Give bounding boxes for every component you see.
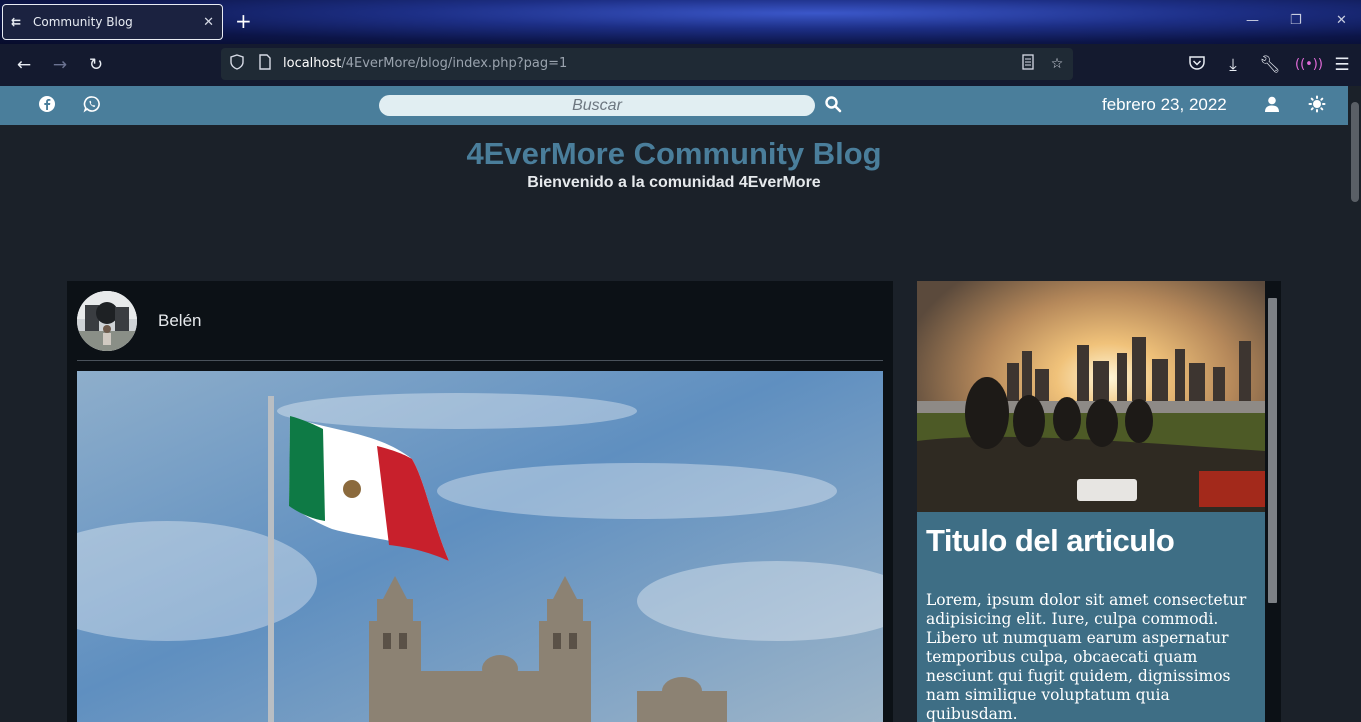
new-tab-icon[interactable]: + bbox=[235, 10, 252, 32]
theme-toggle-icon[interactable] bbox=[1308, 95, 1328, 115]
facebook-icon[interactable] bbox=[38, 95, 58, 115]
article-card[interactable]: Titulo del articulo Lorem, ipsum dolor s… bbox=[917, 281, 1265, 722]
site-subtitle: Bienvenido a la comunidad 4EverMore bbox=[527, 174, 821, 191]
browser-tab[interactable]: ⇇ Community Blog ✕ bbox=[2, 4, 223, 40]
author-avatar[interactable] bbox=[77, 291, 137, 351]
minimize-icon[interactable]: — bbox=[1246, 14, 1259, 28]
sidebar-scrollbar[interactable] bbox=[1268, 298, 1277, 603]
site-title: 4EverMore Community Blog bbox=[466, 136, 882, 171]
site-favicon-icon: ⇇ bbox=[11, 15, 22, 29]
url-text[interactable]: localhost/4EverMore/blog/index.php?pag=1 bbox=[283, 56, 567, 71]
wrench-icon[interactable]: 🔧︎ bbox=[1259, 54, 1281, 76]
article-title[interactable]: Titulo del articulo bbox=[926, 523, 1175, 559]
article-image[interactable] bbox=[917, 281, 1265, 512]
browser-nav-bar: ← → ↻ localhost/4EverMore/blog/index.php… bbox=[0, 44, 1361, 86]
post-author[interactable]: Belén bbox=[158, 311, 201, 331]
post-divider bbox=[77, 360, 883, 361]
reader-view-icon[interactable] bbox=[1018, 54, 1038, 74]
article-excerpt: Lorem, ipsum dolor sit amet consectetur … bbox=[926, 591, 1247, 722]
whatsapp-icon[interactable] bbox=[83, 95, 103, 115]
post-image[interactable] bbox=[77, 371, 883, 722]
back-icon[interactable]: ← bbox=[13, 54, 35, 76]
browser-tab-bar: ⇇ Community Blog ✕ + — ❐ ✕ bbox=[0, 0, 1361, 44]
search-icon[interactable] bbox=[824, 95, 844, 115]
restore-icon[interactable]: ❐ bbox=[1290, 14, 1302, 28]
current-date: febrero 23, 2022 bbox=[1102, 95, 1227, 114]
user-icon[interactable] bbox=[1263, 95, 1283, 115]
reload-icon[interactable]: ↻ bbox=[85, 54, 107, 76]
page-scrollbar[interactable] bbox=[1348, 86, 1361, 722]
search-input[interactable]: Buscar bbox=[379, 95, 815, 116]
tab-title: Community Blog bbox=[33, 15, 133, 29]
sidebar: Titulo del articulo Lorem, ipsum dolor s… bbox=[917, 281, 1281, 722]
download-icon[interactable]: ⤓ bbox=[1222, 54, 1244, 76]
menu-icon[interactable]: ☰ bbox=[1331, 54, 1353, 76]
shield-icon[interactable] bbox=[227, 54, 247, 74]
close-tab-icon[interactable]: ✕ bbox=[203, 15, 214, 30]
page-icon bbox=[255, 54, 275, 74]
post-card: Belén bbox=[67, 281, 893, 722]
bookmark-star-icon[interactable]: ☆ bbox=[1047, 54, 1067, 74]
pocket-icon[interactable] bbox=[1186, 54, 1208, 76]
forward-icon[interactable]: → bbox=[49, 54, 71, 76]
broadcast-icon[interactable]: ((•)) bbox=[1295, 54, 1323, 76]
window-close-icon[interactable]: ✕ bbox=[1336, 14, 1347, 28]
page-scrollbar-thumb[interactable] bbox=[1351, 102, 1359, 202]
address-bar[interactable]: localhost/4EverMore/blog/index.php?pag=1… bbox=[221, 48, 1073, 80]
site-top-bar: Buscar febrero 23, 2022 bbox=[0, 86, 1348, 125]
page-content: Buscar febrero 23, 2022 4EverMore Commun… bbox=[0, 86, 1348, 722]
